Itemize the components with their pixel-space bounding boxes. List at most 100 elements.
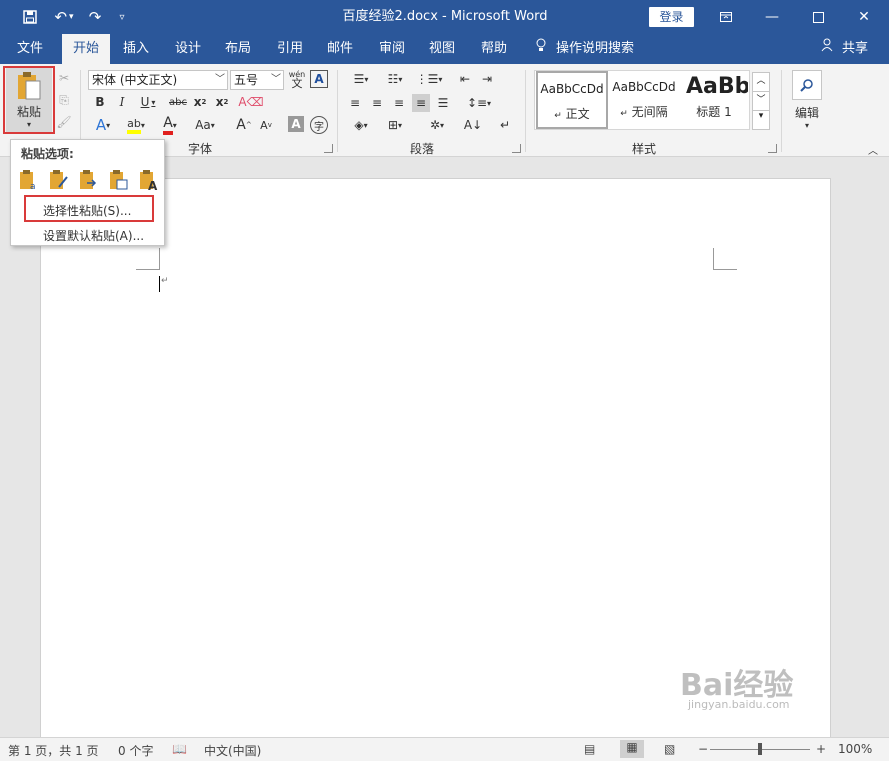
keep-source-formatting-icon[interactable]: a — [17, 168, 41, 192]
bold-icon[interactable]: B — [92, 94, 108, 110]
merge-formatting-icon[interactable] — [47, 168, 71, 192]
line-spacing-icon[interactable]: ↕≡ ▾ — [464, 94, 494, 112]
enclose-characters-icon[interactable]: 字 — [310, 116, 328, 134]
language[interactable]: 中文(中国) — [204, 742, 261, 759]
styles-scroll[interactable]: ︿ ﹀ ▾ — [752, 72, 770, 130]
style-heading-1[interactable]: AaBb 标题 1 — [680, 71, 748, 129]
underline-icon[interactable]: U ▾ — [136, 94, 160, 110]
proofing-icon[interactable]: 📖 — [172, 742, 187, 756]
character-border-icon[interactable]: A — [310, 70, 328, 88]
paragraph-dialog-launcher-icon[interactable] — [512, 144, 521, 153]
zoom-slider-thumb[interactable] — [758, 743, 762, 755]
zoom-level[interactable]: 100% — [838, 742, 872, 756]
styles-dialog-launcher-icon[interactable] — [768, 144, 777, 153]
tell-me-search[interactable]: 操作说明搜索 — [556, 34, 640, 64]
superscript-icon[interactable]: x2 — [214, 94, 230, 110]
numbering-icon[interactable]: ☷ ▾ — [380, 70, 410, 88]
style-no-spacing[interactable]: AaBbCcDd ↵ 无间隔 — [608, 71, 680, 129]
tab-design[interactable]: 设计 — [166, 34, 210, 64]
tab-view[interactable]: 视图 — [420, 34, 464, 64]
tab-file[interactable]: 文件 — [8, 34, 52, 64]
change-case-icon[interactable]: Aa ▾ — [190, 116, 220, 134]
font-name-combo[interactable]: 宋体 (中文正文) ﹀ — [88, 70, 228, 90]
collapse-ribbon-icon[interactable]: ︿ — [866, 144, 880, 157]
borders-icon[interactable]: ⊞ ▾ — [380, 116, 410, 134]
print-layout-icon[interactable]: ▦ — [620, 740, 644, 758]
zoom-in-button[interactable]: + — [816, 742, 826, 756]
maximize-button[interactable] — [795, 0, 841, 34]
lightbulb-icon[interactable] — [532, 34, 550, 64]
shrink-font-icon[interactable]: Av — [258, 116, 274, 134]
tab-mailings[interactable]: 邮件 — [318, 34, 362, 64]
login-button[interactable]: 登录 — [649, 7, 694, 27]
shading-icon[interactable]: ◈ ▾ — [346, 116, 376, 134]
chevron-up-icon[interactable]: ︿ — [753, 73, 769, 92]
highlight-color-icon[interactable]: ab ▾ — [122, 116, 150, 134]
person-icon[interactable] — [818, 34, 836, 64]
minimize-button[interactable]: — — [749, 0, 795, 34]
decrease-indent-icon[interactable]: ⇤ — [456, 70, 474, 88]
sort-icon[interactable]: A↓ — [464, 116, 482, 134]
strikethrough-icon[interactable]: abc — [168, 94, 188, 110]
save-icon[interactable] — [18, 0, 42, 34]
tab-home[interactable]: 开始 — [62, 34, 110, 65]
tab-help[interactable]: 帮助 — [472, 34, 516, 64]
character-shading-icon[interactable]: A — [288, 116, 304, 132]
cut-icon[interactable]: ✂ — [56, 70, 72, 86]
align-center-icon[interactable]: ≡ — [368, 94, 386, 112]
multilevel-list-icon[interactable]: ⋮☰ ▾ — [414, 70, 444, 88]
style-normal[interactable]: AaBbCcDd ↵ 正文 — [536, 71, 608, 129]
page-count[interactable]: 第 1 页，共 1 页 — [8, 742, 99, 759]
asian-layout-icon[interactable]: ✲ ▾ — [422, 116, 452, 134]
paragraph-mark-icon: ↵ — [161, 276, 169, 286]
word-count[interactable]: 0 个字 — [118, 742, 153, 759]
tab-references[interactable]: 引用 — [268, 34, 312, 64]
text-cursor — [159, 276, 160, 292]
chevron-down-icon[interactable]: ﹀ — [753, 92, 769, 111]
tab-layout[interactable]: 布局 — [216, 34, 260, 64]
style-name: 正文 — [565, 107, 590, 121]
paragraph-group-label: 段落 — [409, 142, 434, 156]
copy-icon[interactable]: ⎘ — [56, 92, 72, 108]
align-right-icon[interactable]: ≡ — [390, 94, 408, 112]
title-bar: ↶ ▾ ↷ ▿ 百度经验2.docx - Microsoft Word 登录 — … — [0, 0, 889, 34]
paste-as-picture-icon[interactable] — [107, 168, 131, 192]
read-mode-icon[interactable]: ▤ — [584, 742, 595, 756]
show-formatting-icon[interactable]: ↵ — [496, 116, 514, 134]
more-icon[interactable]: ▾ — [753, 111, 769, 129]
share-button[interactable]: 共享 — [838, 34, 872, 64]
text-effects-icon[interactable]: A ▾ — [90, 116, 116, 134]
web-layout-icon[interactable]: ▧ — [664, 742, 675, 756]
close-button[interactable]: ✕ — [841, 0, 887, 34]
italic-icon[interactable]: I — [114, 94, 130, 110]
customize-quick-access-icon[interactable]: ▿ — [114, 0, 130, 34]
zoom-out-button[interactable]: − — [698, 742, 708, 756]
font-dialog-launcher-icon[interactable] — [324, 144, 333, 153]
undo-icon[interactable]: ↶ ▾ — [50, 0, 78, 34]
distributed-icon[interactable]: ☰ — [434, 94, 452, 112]
format-painter-icon[interactable]: 🖌 — [56, 114, 72, 130]
subscript-icon[interactable]: x2 — [192, 94, 208, 110]
tab-review[interactable]: 审阅 — [370, 34, 414, 64]
tab-insert[interactable]: 插入 — [114, 34, 158, 64]
style-name: 标题 1 — [696, 105, 732, 119]
ribbon-tabs: 文件 开始 插入 设计 布局 引用 邮件 审阅 视图 帮助 操作说明搜索 共享 — [0, 34, 889, 65]
picture-paste-icon[interactable] — [77, 168, 101, 192]
editing-button[interactable]: 编辑 ▾ — [790, 68, 824, 132]
font-size-value: 五号 — [234, 73, 259, 87]
paste-options-menu: 粘贴选项: a A 选择性粘贴(S)... 设置默认粘贴(A)... — [10, 139, 165, 246]
paste-highlight-box — [3, 66, 55, 134]
align-left-icon[interactable]: ≡ — [346, 94, 364, 112]
bullets-icon[interactable]: ☰ ▾ — [346, 70, 376, 88]
increase-indent-icon[interactable]: ⇥ — [478, 70, 496, 88]
clear-formatting-icon[interactable]: A⌫ — [238, 94, 263, 110]
font-size-combo[interactable]: 五号 ﹀ — [230, 70, 284, 90]
set-default-paste-item[interactable]: 设置默认粘贴(A)... — [43, 227, 144, 244]
redo-icon[interactable]: ↷ — [84, 0, 106, 34]
keep-text-only-icon[interactable]: A — [137, 168, 161, 192]
justify-icon[interactable]: ≡ — [412, 94, 430, 112]
grow-font-icon[interactable]: A ^ — [236, 116, 252, 134]
phonetic-guide-icon[interactable]: wén 文 — [288, 68, 306, 90]
font-color-icon[interactable]: A ▾ — [156, 115, 184, 135]
ribbon-display-options-icon[interactable] — [703, 0, 749, 34]
